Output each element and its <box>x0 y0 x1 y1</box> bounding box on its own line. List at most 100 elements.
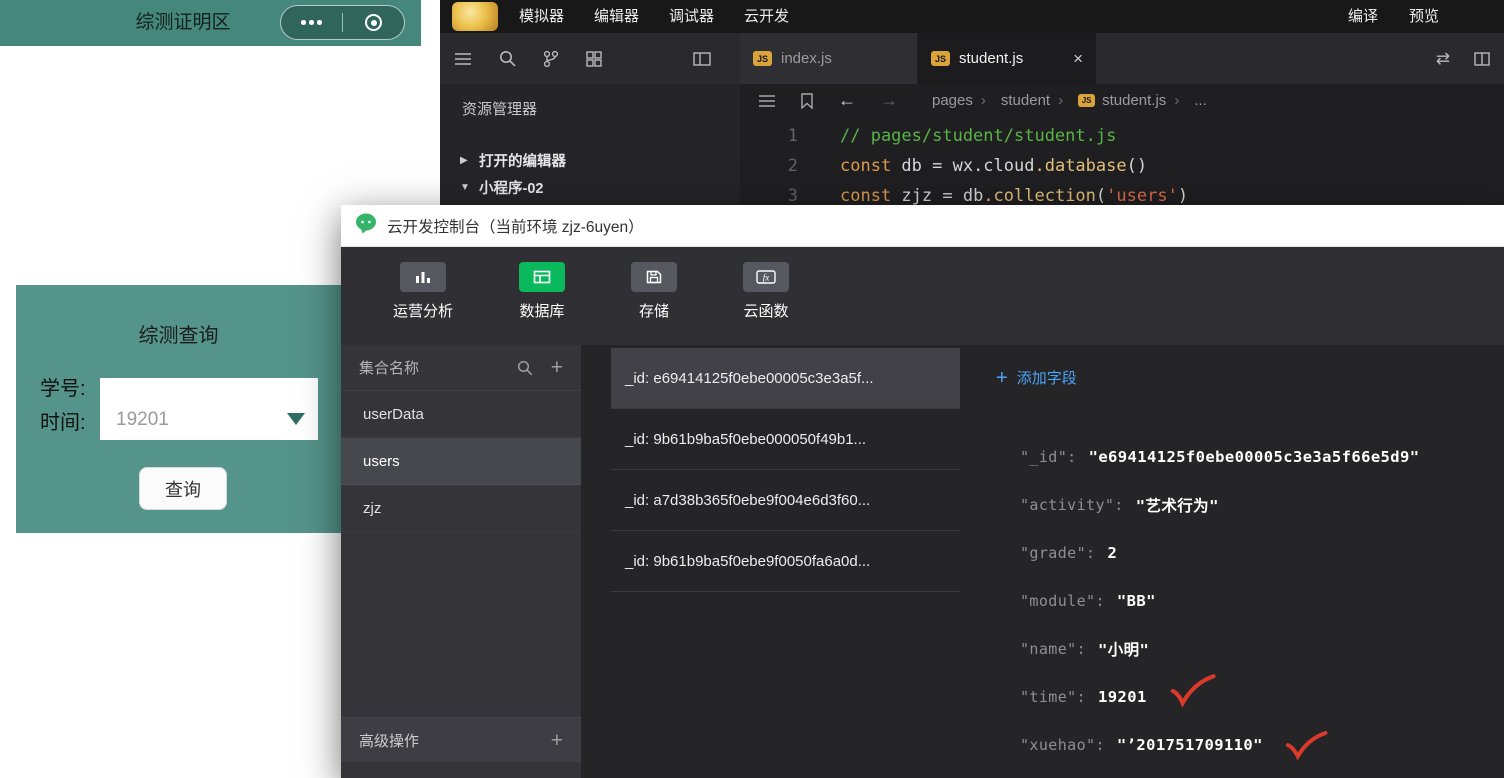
nav-functions[interactable]: fx 云函数 <box>721 262 811 321</box>
code-area[interactable]: 1 // pages/student/student.js 2 const db… <box>740 121 1504 211</box>
collection-item-userdata[interactable]: userData <box>341 391 581 438</box>
chart-icon <box>400 262 446 292</box>
record-row[interactable]: _id: 9b61b9ba5f0ebe9f0050fa6a0d... <box>611 531 960 592</box>
code-text: db = wx.cloud <box>891 156 1035 176</box>
search-icon[interactable] <box>517 360 533 376</box>
menu-item-cloud[interactable]: 云开发 <box>729 0 804 33</box>
console-titlebar[interactable]: 云开发控制台（当前环境 zjz-6uyen） <box>341 205 1504 247</box>
menu-icon[interactable] <box>454 52 472 66</box>
query-panel-title: 综测查询 <box>138 325 219 347</box>
collection-item-zjz[interactable]: zjz <box>341 485 581 532</box>
nav-database[interactable]: 数据库 <box>497 262 587 321</box>
activity-icons <box>454 33 711 84</box>
advanced-operations[interactable]: 高级操作 + <box>341 717 581 762</box>
record-row[interactable]: _id: 9b61b9ba5f0ebe000050f49b1... <box>611 409 960 470</box>
field-value: 2 <box>1107 544 1118 562</box>
forward-arrow-icon[interactable]: → <box>880 90 898 111</box>
explorer-tree: ▶ 打开的编辑器 ▼ 小程序-02 <box>440 147 740 201</box>
outline-icon[interactable] <box>758 94 776 108</box>
query-panel: 综测查询 学号: 时间: 19201 查询 <box>16 285 341 533</box>
menu-item-debugger[interactable]: 调试器 <box>654 0 729 33</box>
tree-label: 打开的编辑器 <box>479 154 566 170</box>
field-value: "’201751709110" <box>1116 736 1263 754</box>
chevron-right-icon: ▶ <box>460 155 468 166</box>
code-function: .collection <box>983 186 1096 206</box>
breadcrumb-item-student[interactable]: student <box>981 92 1050 109</box>
document-fields: "_id": "e69414125f0ebe00005c3e3a5f66e5d9… <box>1020 433 1419 769</box>
capsule-buttons <box>280 5 405 40</box>
devtools-menubar: 模拟器 编辑器 调试器 云开发 编译 预览 <box>440 0 1504 33</box>
menubar-right: 编译 预览 <box>1348 0 1439 33</box>
bookmark-icon[interactable] <box>800 92 814 109</box>
code-text: zjz = db <box>891 186 984 206</box>
field-row-grade[interactable]: "grade": 2 <box>1020 529 1419 577</box>
tree-project-root[interactable]: ▼ 小程序-02 <box>440 174 740 201</box>
preview-button[interactable]: 预览 <box>1409 0 1439 33</box>
tab-index-js[interactable]: JS index.js <box>740 33 918 84</box>
add-field-button[interactable]: + 添加字段 <box>996 367 1077 388</box>
breadcrumb-item-pages[interactable]: pages <box>932 92 973 109</box>
breadcrumb-item-file[interactable]: JS student.js <box>1058 92 1166 109</box>
field-row-time[interactable]: "time": 19201 <box>1020 673 1419 721</box>
code-text: ) <box>1177 186 1189 206</box>
field-row-xuehao[interactable]: "xuehao": "’201751709110" <box>1020 721 1419 769</box>
tab-label: index.js <box>781 50 832 67</box>
menu-item-editor[interactable]: 编辑器 <box>579 0 654 33</box>
tab-label: student.js <box>959 50 1024 67</box>
plus-icon[interactable]: + <box>551 730 563 751</box>
menu-item-simulator[interactable]: 模拟器 <box>504 0 579 33</box>
exit-button[interactable] <box>343 6 404 39</box>
more-button[interactable] <box>281 6 342 39</box>
tab-student-js[interactable]: JS student.js × <box>918 33 1096 84</box>
tree-open-editors[interactable]: ▶ 打开的编辑器 <box>440 147 740 174</box>
close-icon[interactable]: × <box>1073 49 1083 69</box>
field-value: 19201 <box>1098 688 1147 706</box>
add-collection-button[interactable]: + <box>551 357 563 378</box>
field-row-id[interactable]: "_id": "e69414125f0ebe00005c3e3a5f66e5d9… <box>1020 433 1419 481</box>
collections-header: 集合名称 + <box>341 345 581 391</box>
compile-button[interactable]: 编译 <box>1348 0 1378 33</box>
advanced-operations-label: 高级操作 <box>359 732 420 750</box>
red-checkmark-annotation <box>1167 669 1217 712</box>
time-picker[interactable]: 19201 <box>100 378 318 440</box>
editor-tabstrip: JS index.js JS student.js × ⇄ <box>440 33 1504 84</box>
record-detail-panel: + 添加字段 "_id": "e69414125f0ebe00005c3e3a5… <box>960 345 1504 778</box>
breadcrumb-label: student.js <box>1102 92 1167 109</box>
storage-icon <box>631 262 677 292</box>
field-key: "module": <box>1020 592 1105 610</box>
collection-item-users[interactable]: users <box>341 438 581 485</box>
field-value: "艺术行为" <box>1135 497 1219 515</box>
time-label: 时间: <box>40 412 86 434</box>
record-row[interactable]: _id: a7d38b365f0ebe9f004e6d3f60... <box>611 470 960 531</box>
query-button[interactable]: 查询 <box>139 467 227 510</box>
field-row-name[interactable]: "name": "小明" <box>1020 625 1419 673</box>
tabstrip-right-icons: ⇄ <box>1436 33 1490 84</box>
switch-editor-icon[interactable]: ⇄ <box>1436 49 1450 69</box>
js-file-icon: JS <box>1078 94 1096 107</box>
field-value: "e69414125f0ebe00005c3e3a5f66e5d9" <box>1088 448 1420 466</box>
console-nav: 运营分析 数据库 存储 fx 云函数 <box>341 247 1504 345</box>
search-icon[interactable] <box>499 50 516 67</box>
collections-panel: 集合名称 + userData users zjz 高级操作 + <box>341 345 581 778</box>
code-string: 'users' <box>1106 186 1178 206</box>
screenshot-root: 综测证明区 综测查询 学号: 时间: 19201 查询 模拟器 编辑器 调试器 … <box>0 0 1504 778</box>
cloud-console-window: 云开发控制台（当前环境 zjz-6uyen） 运营分析 数据库 存储 fx 云函… <box>341 205 1504 778</box>
nav-storage[interactable]: 存储 <box>609 262 699 321</box>
record-row[interactable]: _id: e69414125f0ebe00005c3e3a5f... <box>611 348 960 409</box>
extensions-icon[interactable] <box>586 50 602 67</box>
split-layout-icon[interactable] <box>1474 51 1490 66</box>
picker-value: 19201 <box>116 409 169 430</box>
field-row-activity[interactable]: "activity": "艺术行为" <box>1020 481 1419 529</box>
function-icon: fx <box>743 262 789 292</box>
field-row-module[interactable]: "module": "BB" <box>1020 577 1419 625</box>
back-arrow-icon[interactable]: ← <box>838 90 856 111</box>
breadcrumb: pages student JS student.js ... <box>932 92 1207 109</box>
nav-analytics[interactable]: 运营分析 <box>378 262 468 321</box>
breadcrumb-item-more[interactable]: ... <box>1174 92 1207 109</box>
red-checkmark-annotation <box>1283 727 1328 763</box>
collapse-sidebar-icon[interactable] <box>693 51 711 66</box>
collections-title: 集合名称 <box>359 360 420 377</box>
source-control-icon[interactable] <box>543 50 559 68</box>
console-title: 云开发控制台（当前环境 zjz-6uyen） <box>387 218 644 236</box>
breadcrumb-bar: ← → pages student JS student.js ... <box>740 84 1504 117</box>
